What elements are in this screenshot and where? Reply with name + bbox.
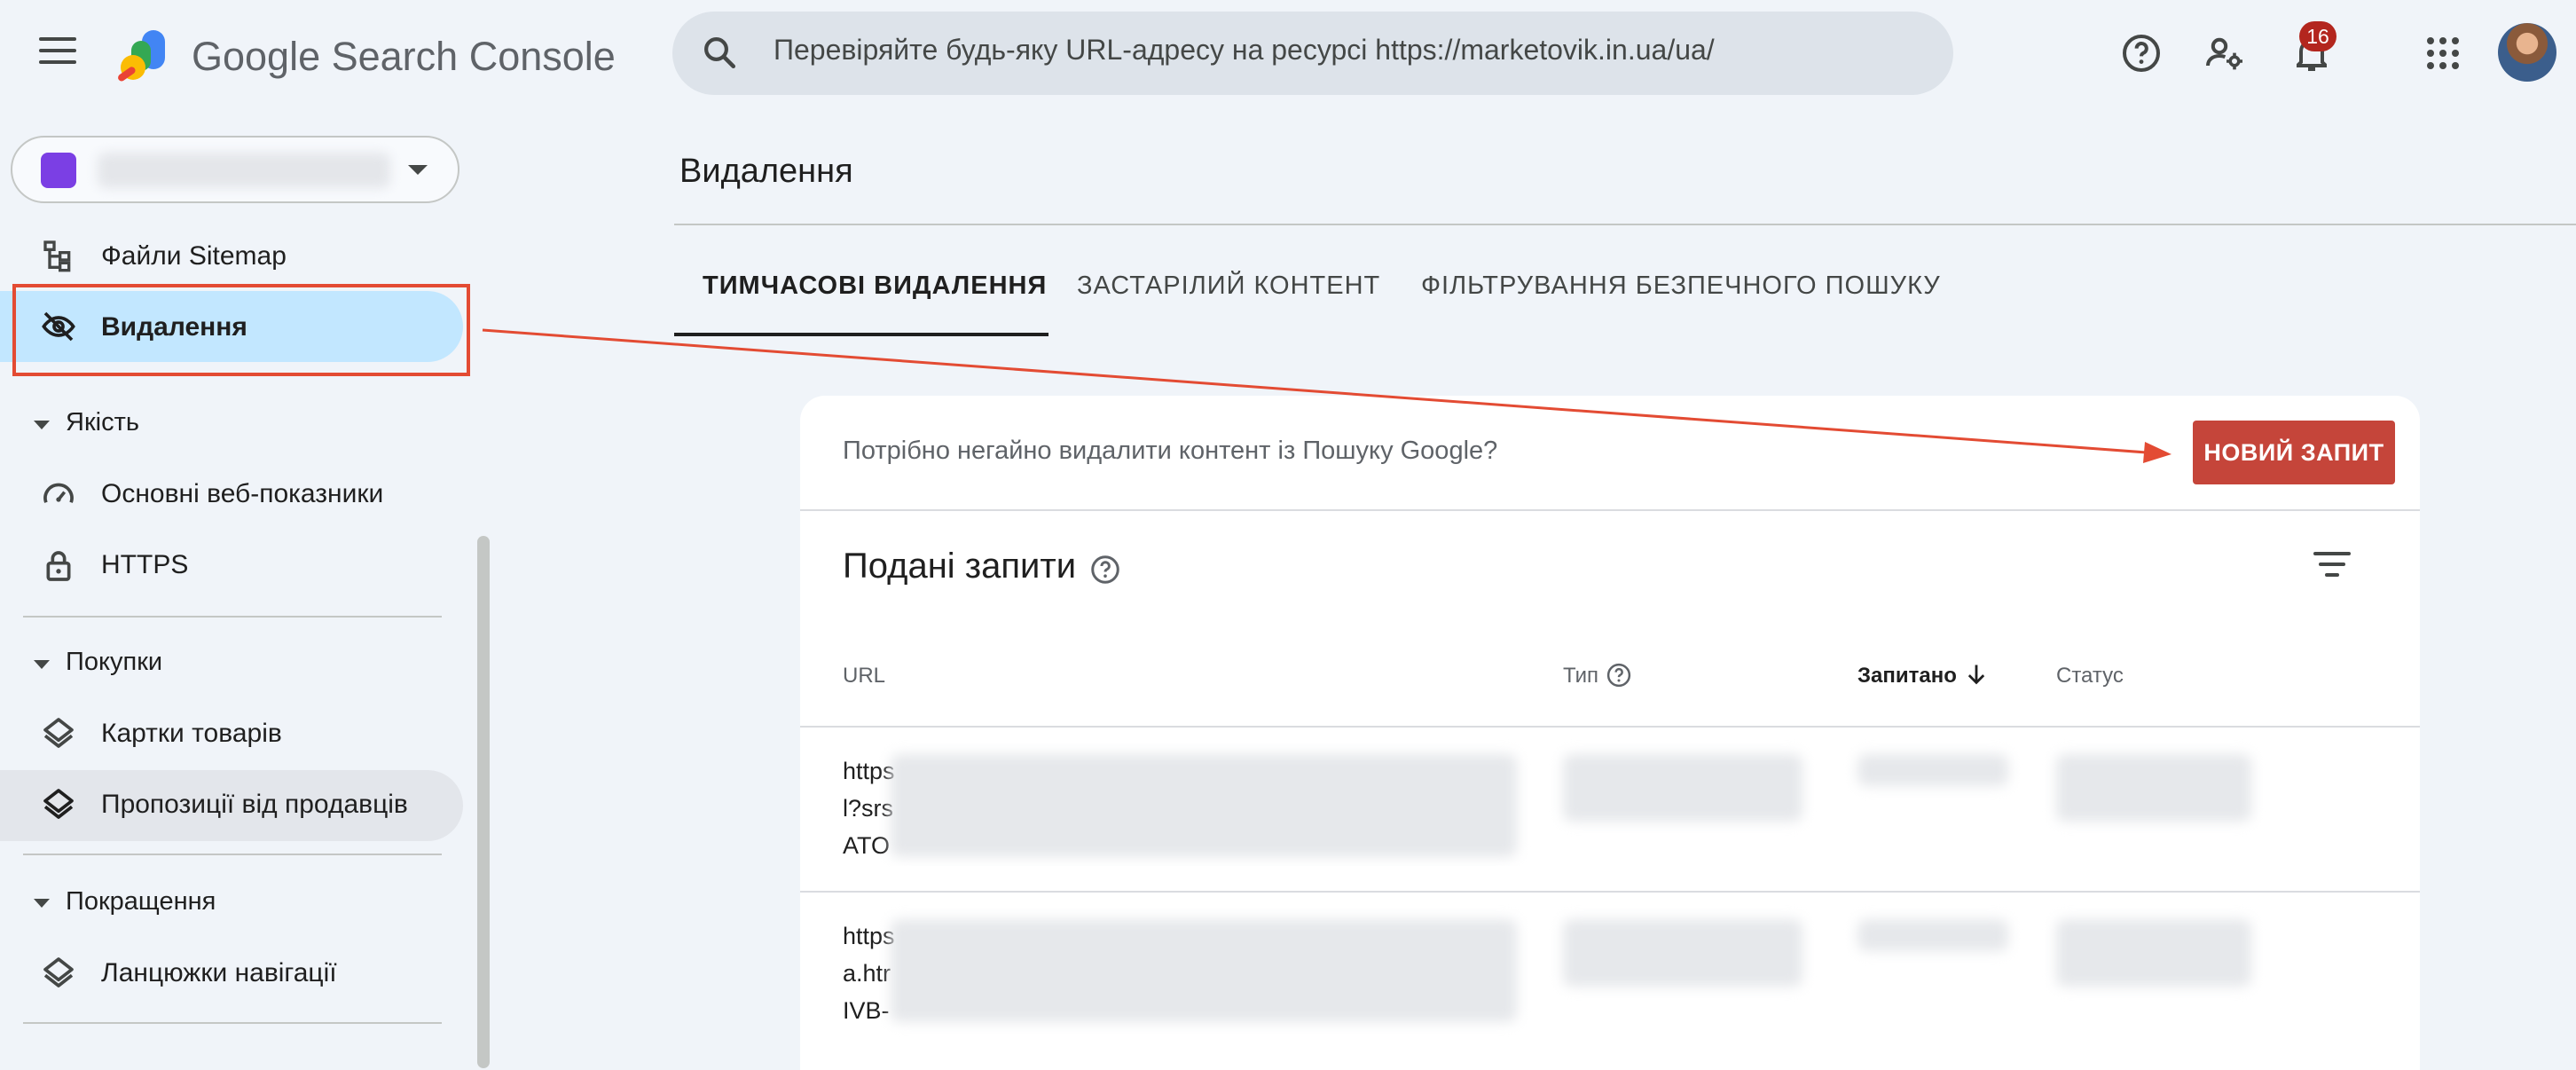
row-divider-mask — [891, 866, 2292, 893]
search-input[interactable]: Перевіряйте будь-яку URL-адресу на ресур… — [774, 34, 1715, 67]
sidebar-divider — [23, 854, 442, 855]
redacted-url — [891, 754, 1517, 857]
column-header-type[interactable]: Тип — [1563, 664, 1598, 688]
help-icon[interactable] — [1606, 662, 1632, 688]
collapse-arrow-icon[interactable] — [34, 421, 50, 429]
sidebar-item-label: Пропозиції від продавців — [101, 790, 408, 819]
app-name: Google Search Console — [192, 34, 616, 79]
table-cell-url[interactable]: https — [843, 752, 895, 790]
property-icon — [41, 153, 76, 188]
sidebar-item-https[interactable]: HTTPS — [101, 550, 188, 580]
account-avatar[interactable] — [2498, 23, 2556, 82]
sort-arrow-down-icon[interactable] — [1964, 660, 1989, 688]
sidebar-scrollbar[interactable] — [477, 536, 490, 1068]
new-request-button[interactable]: НОВИЙ ЗАПИТ — [2193, 421, 2395, 484]
sidebar-divider — [23, 1022, 442, 1024]
redacted-date — [1857, 919, 2008, 951]
main-menu-icon[interactable] — [39, 37, 76, 67]
tab-safesearch-filtering[interactable]: ФІЛЬТРУВАННЯ БЕЗПЕЧНОГО ПОШУКУ — [1421, 271, 1941, 301]
redacted-status — [2056, 754, 2251, 822]
collapse-arrow-icon[interactable] — [34, 899, 50, 908]
search-icon — [704, 37, 736, 69]
user-settings-icon[interactable] — [2203, 32, 2246, 75]
column-header-url[interactable]: URL — [843, 664, 885, 688]
apps-icon[interactable] — [2422, 32, 2464, 75]
table-cell-url[interactable]: a.htr — [843, 955, 891, 992]
layers-icon — [43, 789, 74, 819]
section-shopping[interactable]: Покупки — [66, 648, 162, 677]
requests-title: Подані запити — [843, 547, 1077, 586]
sidebar-item-product-snippets[interactable]: Картки товарів — [101, 719, 282, 749]
column-header-status[interactable]: Статус — [2056, 664, 2124, 688]
annotation-highlight-box — [12, 284, 470, 376]
tab-outdated-content[interactable]: ЗАСТАРІЛИЙ КОНТЕНТ — [1077, 271, 1380, 301]
lock-icon — [46, 551, 71, 581]
sidebar-item-core-web-vitals[interactable]: Основні веб-показники — [101, 479, 383, 509]
redacted-type — [1563, 919, 1802, 987]
help-icon[interactable] — [1089, 554, 1121, 586]
speedometer-icon — [43, 483, 74, 503]
collapse-arrow-icon[interactable] — [34, 660, 50, 669]
table-cell-url[interactable]: ATO — [843, 827, 890, 864]
removal-prompt: Потрібно негайно видалити контент із Пош… — [843, 437, 1498, 465]
card-divider — [800, 509, 2420, 511]
table-cell-url[interactable]: IVB- — [843, 992, 890, 1029]
layers-icon — [43, 957, 74, 987]
help-icon[interactable] — [2120, 32, 2163, 75]
page-title: Видалення — [679, 153, 853, 190]
redacted-status — [2056, 919, 2251, 987]
redacted-type — [1563, 754, 1802, 822]
table-row-divider — [800, 891, 2420, 893]
search-console-logo — [118, 30, 165, 82]
dropdown-arrow-icon — [408, 165, 428, 175]
tab-temporary-removals[interactable]: ТИМЧАСОВІ ВИДАЛЕННЯ — [703, 271, 1047, 301]
title-divider — [674, 224, 2576, 225]
filter-icon[interactable] — [2312, 548, 2352, 580]
sidebar-item-breadcrumbs[interactable]: Ланцюжки навігації — [101, 958, 337, 988]
column-header-requested[interactable]: Запитано — [1857, 664, 1957, 688]
notifications-badge: 16 — [2299, 21, 2336, 51]
sitemap-icon — [43, 240, 71, 272]
table-cell-url[interactable]: l?srs — [843, 790, 893, 827]
section-enhancements[interactable]: Покращення — [66, 887, 216, 917]
table-cell-url[interactable]: https — [843, 917, 895, 955]
table-header-divider — [800, 726, 2420, 728]
redacted-url — [891, 919, 1517, 1022]
section-quality[interactable]: Якість — [66, 408, 139, 437]
sidebar-divider — [23, 616, 442, 618]
layers-icon — [43, 718, 74, 748]
property-name-redacted — [98, 153, 390, 188]
sidebar-item-sitemaps[interactable]: Файли Sitemap — [101, 241, 287, 271]
redacted-date — [1857, 754, 2008, 786]
active-tab-indicator — [674, 333, 1048, 336]
